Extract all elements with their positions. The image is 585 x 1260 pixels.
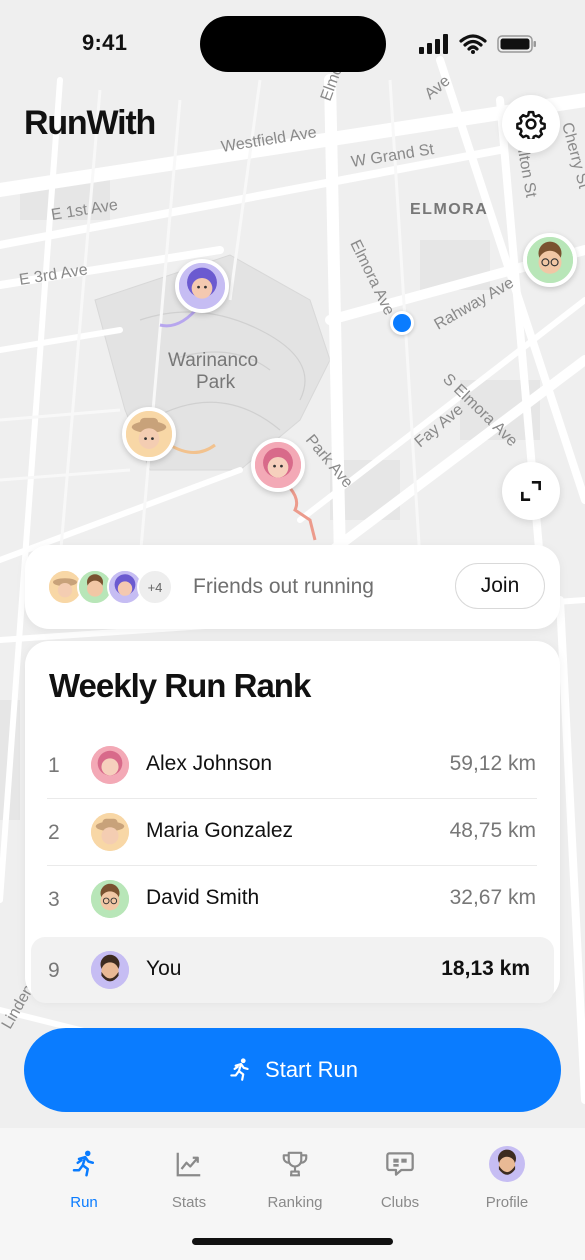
tab-stats[interactable]: Stats bbox=[139, 1144, 239, 1211]
chart-icon bbox=[176, 1152, 201, 1177]
friend-map-pin[interactable] bbox=[251, 438, 305, 492]
status-time: 9:41 bbox=[82, 30, 128, 55]
friend-map-pin[interactable] bbox=[122, 407, 176, 461]
rank-avatar bbox=[91, 813, 129, 851]
rank-number: 3 bbox=[48, 888, 60, 911]
expand-icon bbox=[521, 481, 541, 501]
tab-ranking[interactable]: Ranking bbox=[245, 1144, 345, 1211]
friends-running-card: +4 Friends out running Join bbox=[25, 545, 560, 629]
join-button[interactable]: Join bbox=[455, 563, 545, 609]
avatar bbox=[489, 1146, 525, 1182]
tab-label: Ranking bbox=[267, 1194, 323, 1211]
tab-profile[interactable]: Profile bbox=[457, 1144, 557, 1211]
rank-name: Alex Johnson bbox=[146, 752, 273, 775]
map-label: Park bbox=[196, 372, 236, 393]
battery-icon bbox=[497, 35, 536, 53]
home-indicator[interactable] bbox=[192, 1238, 393, 1245]
expand-map-button[interactable] bbox=[502, 462, 560, 520]
memoji-pink-hair-icon bbox=[91, 746, 129, 784]
friends-running-text: Friends out running bbox=[193, 575, 374, 598]
rank-row-you[interactable]: 9 You 18,13 km bbox=[31, 937, 554, 1003]
start-run-button[interactable]: Start Run bbox=[24, 1028, 561, 1112]
rank-name: Maria Gonzalez bbox=[146, 819, 294, 842]
trophy-icon bbox=[282, 1151, 308, 1177]
memoji-hat-icon bbox=[126, 411, 172, 457]
friend-map-pin[interactable] bbox=[523, 233, 577, 287]
settings-button[interactable] bbox=[502, 95, 560, 153]
rank-name: You bbox=[146, 957, 182, 980]
tab-clubs[interactable]: Clubs bbox=[350, 1144, 450, 1211]
app-screen: Westfield Ave W Grand St E 1st Ave E 3rd… bbox=[0, 0, 585, 1260]
weekly-rank-card: Weekly Run Rank 1 Alex Johnson 59,12 km … bbox=[25, 641, 560, 1003]
tab-label: Run bbox=[70, 1194, 98, 1211]
rank-avatar bbox=[91, 951, 129, 989]
chat-icon bbox=[386, 1152, 414, 1176]
rank-distance: 18,13 km bbox=[441, 957, 530, 980]
start-run-label: Start Run bbox=[265, 1057, 358, 1082]
rank-row[interactable]: 3 David Smith 32,67 km bbox=[25, 866, 560, 932]
tab-label: Profile bbox=[485, 1194, 529, 1211]
map-label: ELMORA bbox=[410, 201, 488, 218]
memoji-purple-hair-icon bbox=[179, 263, 225, 309]
rank-distance: 48,75 km bbox=[449, 819, 536, 842]
status-bar: 9:41 bbox=[0, 0, 585, 88]
rank-number: 9 bbox=[48, 959, 60, 982]
rank-row[interactable]: 2 Maria Gonzalez 48,75 km bbox=[25, 799, 560, 865]
dynamic-island bbox=[200, 16, 386, 72]
gear-icon bbox=[516, 110, 546, 139]
wifi-icon bbox=[459, 34, 487, 54]
tab-label: Stats bbox=[171, 1194, 207, 1211]
rank-number: 1 bbox=[48, 754, 60, 777]
map-label: Warinanco bbox=[168, 350, 258, 371]
my-location-dot bbox=[390, 311, 414, 335]
memoji-glasses-icon bbox=[91, 880, 129, 918]
runner-icon bbox=[72, 1150, 94, 1177]
runner-icon bbox=[230, 1058, 249, 1081]
tab-label: Clubs bbox=[380, 1194, 420, 1211]
tab-run[interactable]: Run bbox=[34, 1144, 134, 1211]
status-icons bbox=[419, 34, 537, 54]
rank-name: David Smith bbox=[146, 886, 260, 909]
rank-distance: 59,12 km bbox=[449, 752, 536, 775]
memoji-hat-icon bbox=[91, 813, 129, 851]
app-logo: RunWith bbox=[24, 104, 156, 142]
memoji-beard-icon bbox=[91, 951, 129, 989]
rank-distance: 32,67 km bbox=[449, 886, 536, 909]
memoji-beard-icon bbox=[489, 1146, 525, 1182]
rank-title: Weekly Run Rank bbox=[49, 667, 311, 704]
rank-number: 2 bbox=[48, 821, 60, 844]
rank-row[interactable]: 1 Alex Johnson 59,12 km bbox=[25, 732, 560, 798]
more-friends-count: +4 bbox=[137, 569, 173, 605]
memoji-pink-hair-icon bbox=[255, 442, 301, 488]
friend-map-pin[interactable] bbox=[175, 259, 229, 313]
cellular-signal-icon bbox=[419, 34, 448, 54]
rank-avatar bbox=[91, 880, 129, 918]
rank-avatar bbox=[91, 746, 129, 784]
memoji-glasses-icon bbox=[527, 237, 573, 283]
